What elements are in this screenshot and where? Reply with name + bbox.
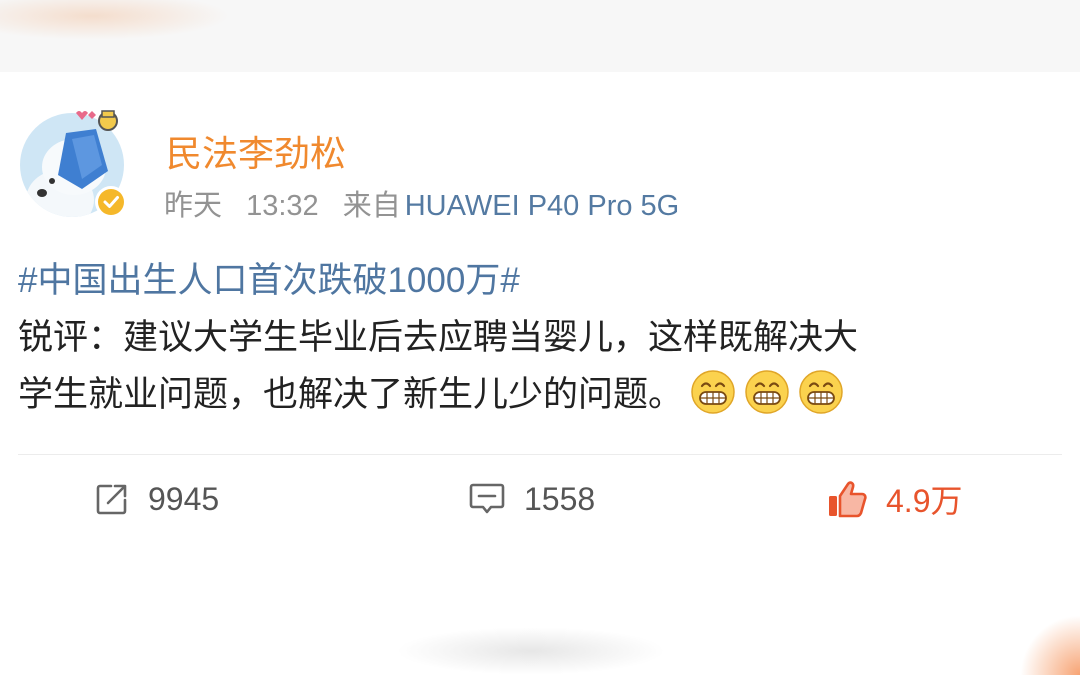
blurred-content xyxy=(0,0,230,40)
repost-icon xyxy=(96,484,127,515)
comment-button[interactable]: 1558 xyxy=(468,474,595,524)
source-device[interactable]: HUAWEI P40 Pro 5G xyxy=(405,190,680,222)
action-divider xyxy=(18,454,1062,455)
hashtag-link[interactable]: #中国出生人口首次跌破1000万# xyxy=(18,261,520,300)
grin-emoji-icon xyxy=(691,370,735,414)
verified-badge-icon xyxy=(94,185,128,219)
repost-count: 9945 xyxy=(148,480,220,517)
post-time: 13:32 xyxy=(246,190,319,222)
weibo-post-card[interactable]: 民法李劲松 昨天 13:32 来自 HUAWEI P40 Pro 5G #中国出生… xyxy=(0,72,1080,675)
grin-emoji-icon xyxy=(799,370,843,414)
username[interactable]: 民法李劲松 xyxy=(166,125,346,177)
previous-post-strip xyxy=(0,0,1080,72)
like-count: 4.9万 xyxy=(886,483,963,519)
comment-count: 1558 xyxy=(524,480,596,517)
blurred-content xyxy=(1020,615,1080,675)
thumbs-up-icon xyxy=(829,481,867,518)
post-line-1: 锐评：建议大学生毕业后去应聘当婴儿，这样既解决大 xyxy=(18,318,859,357)
post-line-2-wrap: 学生就业问题，也解决了新生儿少的问题。 xyxy=(18,366,1068,423)
repost-button[interactable]: 9945 xyxy=(94,474,219,524)
post-text: #中国出生人口首次跌破1000万# 锐评：建议大学生毕业后去应聘当婴儿，这样既解… xyxy=(18,252,1068,423)
grin-emoji-icon xyxy=(745,370,789,414)
comment-icon xyxy=(469,483,505,514)
post-meta: 昨天 13:32 来自 HUAWEI P40 Pro 5G xyxy=(164,182,679,224)
post-line-2: 学生就业问题，也解决了新生儿少的问题。 xyxy=(18,375,684,414)
post-day: 昨天 xyxy=(164,190,223,222)
like-button[interactable]: 4.9万 xyxy=(826,474,963,524)
source-label: 来自 xyxy=(342,190,401,222)
blurred-content xyxy=(396,627,666,675)
